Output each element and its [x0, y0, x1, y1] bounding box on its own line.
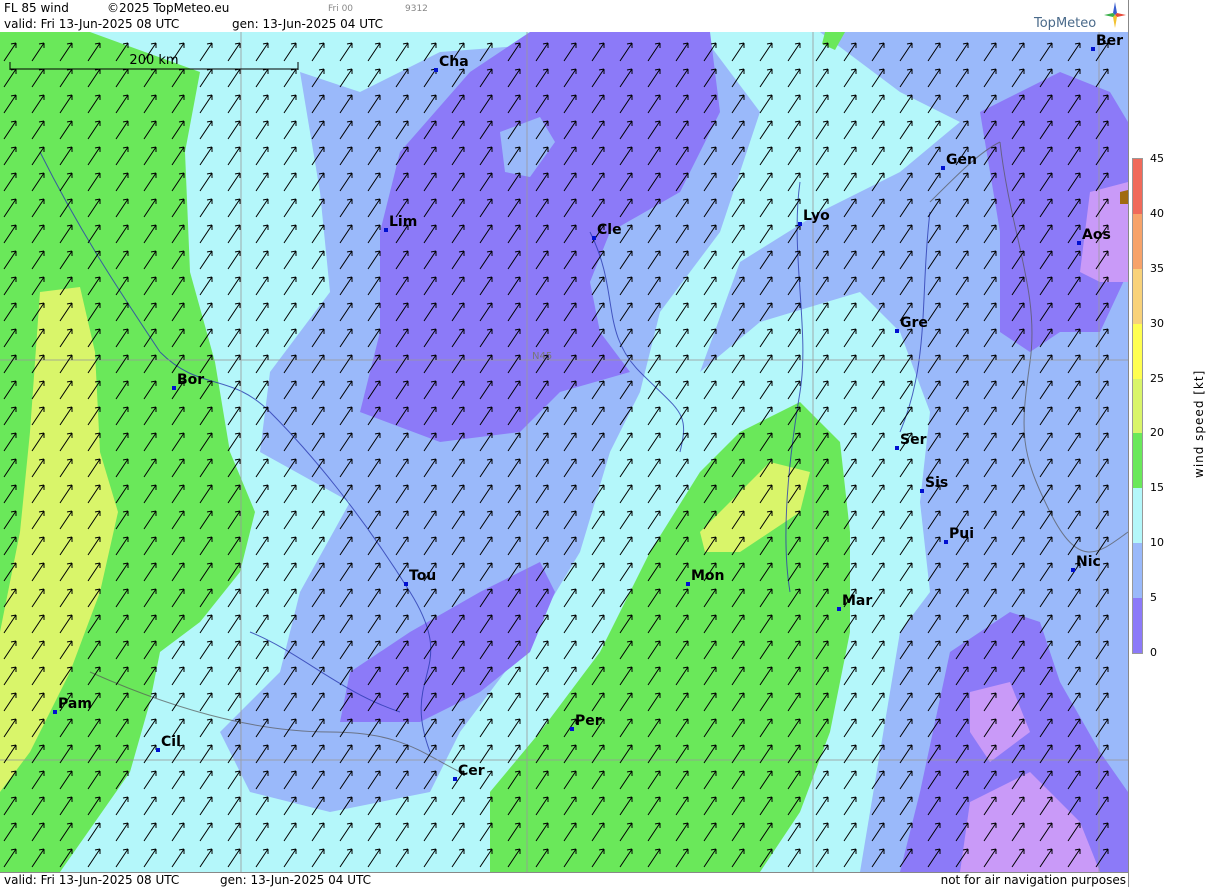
city-label: Bor	[177, 372, 204, 388]
footer-disclaimer: not for air navigation purposes	[940, 873, 1126, 887]
wind-map: 200 km N45 Cha Lim Cle Lyo Gen Ber Aos Gre Bor Se…	[0, 32, 1128, 872]
city-dot	[941, 166, 945, 170]
city-dot	[1077, 241, 1081, 245]
city-label: Gen	[946, 152, 977, 168]
city-dot	[944, 540, 948, 544]
city-label: Lim	[389, 214, 417, 230]
city-label: Pui	[949, 526, 974, 542]
city-dot	[895, 446, 899, 450]
city-label: Tou	[409, 568, 436, 584]
city-dot	[895, 329, 899, 333]
legend-tick-label: 20	[1150, 426, 1164, 440]
city-dot	[1091, 47, 1095, 51]
city-label: Cha	[439, 54, 469, 70]
legend-tick-label: 10	[1150, 536, 1164, 550]
footer-bar: valid: Fri 13-Jun-2025 08 UTC gen: 13-Ju…	[0, 872, 1128, 888]
legend-swatch	[1133, 323, 1142, 379]
gen-time: gen: 13-Jun-2025 04 UTC	[232, 17, 384, 31]
legend-swatch	[1133, 433, 1142, 489]
city-dot	[53, 710, 57, 714]
city-dot	[798, 222, 802, 226]
city-dot	[837, 607, 841, 611]
legend-swatch	[1133, 378, 1142, 434]
city-dot	[156, 748, 160, 752]
compass-icon	[1104, 2, 1126, 28]
legend-swatch	[1133, 268, 1142, 324]
legend-tick-label: 45	[1150, 152, 1164, 165]
footer-gen: gen: 13-Jun-2025 04 UTC	[220, 873, 372, 887]
city-label: Per	[575, 713, 602, 729]
footer-valid: valid: Fri 13-Jun-2025 08 UTC	[4, 873, 180, 887]
city-dot	[686, 582, 690, 586]
valid-time: valid: Fri 13-Jun-2025 08 UTC	[4, 17, 180, 31]
zone-high-corner	[1120, 190, 1128, 204]
code-label: 9312	[405, 4, 428, 14]
city-dot	[920, 489, 924, 493]
city-label: Mon	[691, 568, 725, 584]
legend-swatch	[1133, 543, 1142, 599]
legend-tick-label: 35	[1150, 261, 1164, 275]
city-label: Gre	[900, 315, 928, 331]
city-label: Sis	[925, 475, 948, 491]
city-label: Mar	[842, 593, 872, 609]
city-label: Pam	[58, 696, 92, 712]
city-dot	[404, 582, 408, 586]
city-dot	[570, 727, 574, 731]
gridline-label: N45	[532, 351, 552, 362]
header-bar: FL 85 wind ©2025 TopMeteo.eu Fri 00 9312…	[0, 0, 1128, 32]
scale-bar-label: 200 km	[129, 53, 178, 68]
city-label: Cer	[458, 763, 485, 779]
legend-tick-label: 30	[1150, 316, 1164, 330]
city-dot	[172, 386, 176, 390]
city-dot	[592, 236, 596, 240]
legend-swatch	[1133, 488, 1142, 544]
legend-swatch	[1133, 159, 1142, 214]
topmeteo-logo: TopMeteo	[1030, 2, 1126, 32]
city-dot	[434, 68, 438, 72]
legend-swatch	[1133, 213, 1142, 269]
city-label: Ber	[1096, 33, 1123, 49]
run-label: Fri 00	[328, 4, 354, 14]
city-dot	[1071, 568, 1075, 572]
city-label: Ser	[900, 432, 927, 448]
city-label: Lyo	[803, 208, 830, 224]
legend-tick-label: 40	[1150, 206, 1164, 220]
product-title: FL 85 wind	[4, 1, 69, 15]
city-dot	[384, 228, 388, 232]
city-dot	[453, 777, 457, 781]
city-label: Cil	[161, 734, 181, 750]
city-label: Nic	[1076, 554, 1101, 570]
legend-tick-label: 15	[1150, 481, 1164, 495]
logo-text: TopMeteo	[1034, 16, 1097, 31]
copyright: ©2025 TopMeteo.eu	[107, 1, 230, 15]
city-label: Aos	[1082, 227, 1111, 243]
legend-tick-label: 25	[1150, 371, 1164, 385]
legend-tick-label: 0	[1150, 646, 1157, 659]
legend-swatch	[1133, 598, 1142, 653]
city-label: Cle	[597, 222, 622, 238]
legend-colorbar	[1132, 158, 1143, 654]
legend-title: wind speed [kt]	[1192, 369, 1206, 478]
legend-tick-label: 5	[1150, 591, 1157, 605]
